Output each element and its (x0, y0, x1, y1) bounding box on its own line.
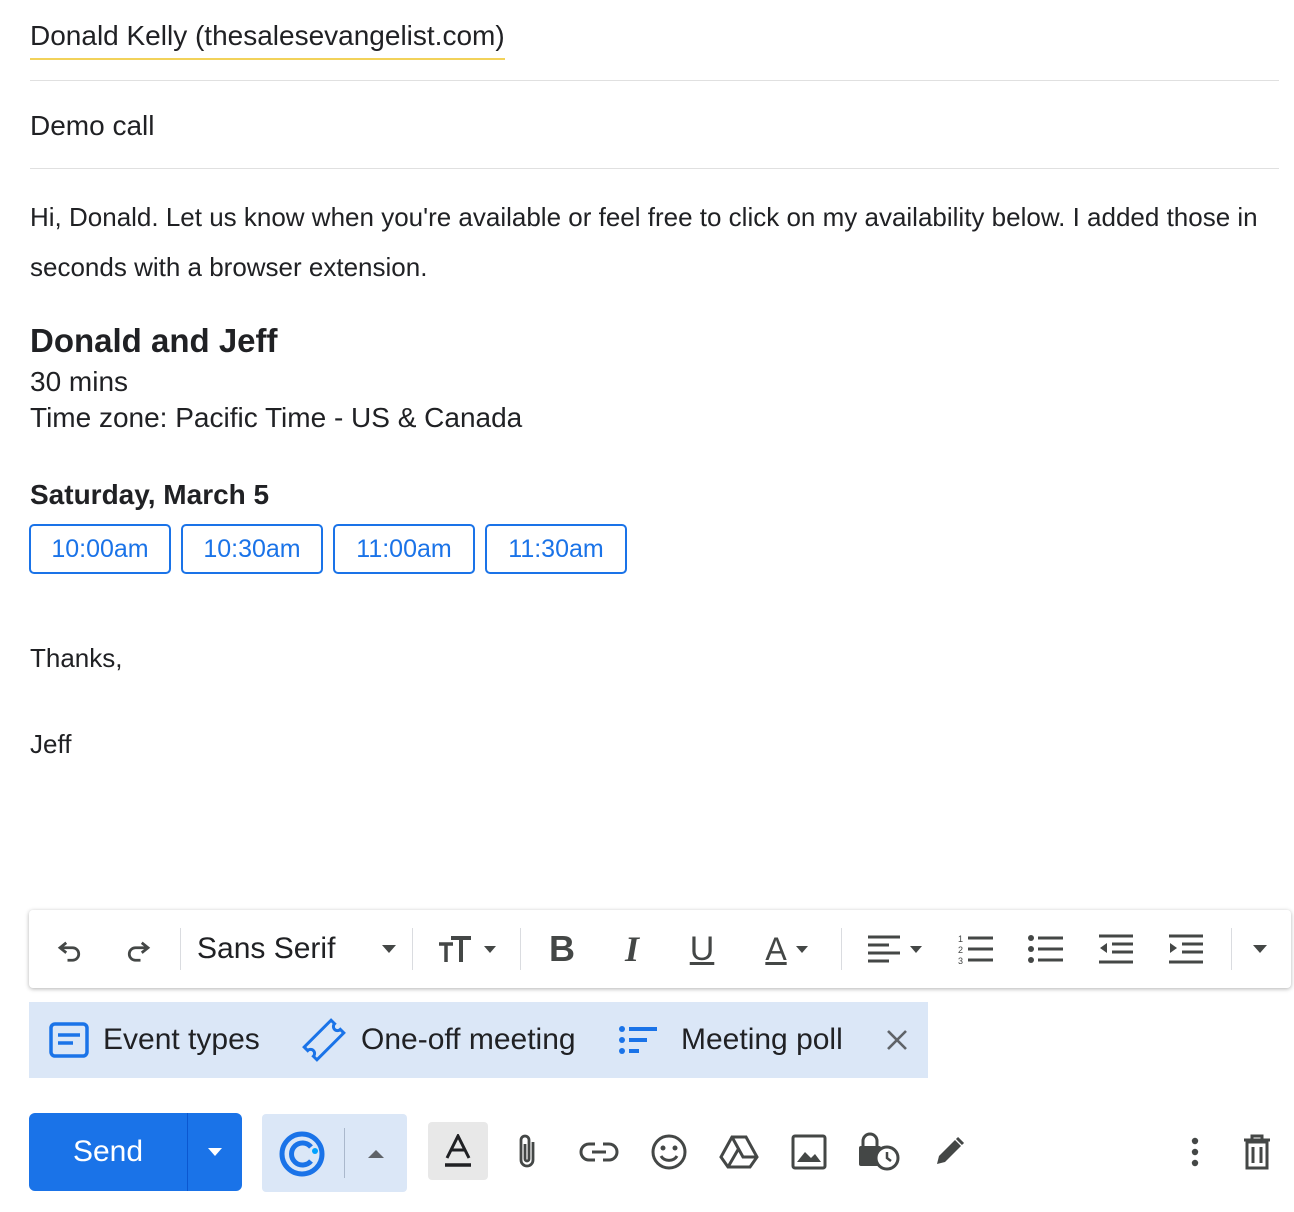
event-types-button[interactable]: Event types (49, 1002, 260, 1078)
group-separator (344, 1128, 345, 1178)
scheduling-bar: Event types One-off meeting Meeting poll (29, 1002, 928, 1078)
chevron-up-icon[interactable] (358, 1140, 394, 1168)
link-icon[interactable] (570, 1124, 628, 1180)
ticket-icon (302, 1018, 346, 1062)
underline-icon[interactable]: U (679, 927, 725, 971)
calendly-extension-group (262, 1114, 407, 1192)
svg-text:3: 3 (958, 956, 963, 965)
event-title: Donald and Jeff (30, 322, 278, 359)
closing-text: Thanks, (30, 643, 123, 673)
font-select[interactable]: Sans Serif (197, 927, 397, 971)
more-options-icon[interactable] (1166, 1124, 1224, 1180)
calendly-icon[interactable] (276, 1128, 328, 1180)
insert-photo-icon[interactable] (780, 1124, 838, 1180)
svg-text:1: 1 (958, 934, 963, 944)
meeting-poll-button[interactable]: Meeting poll (619, 1002, 843, 1078)
toolbar-separator (520, 928, 521, 970)
event-types-icon (49, 1022, 89, 1058)
more-formatting-icon[interactable] (1245, 927, 1275, 971)
poll-icon (619, 1026, 657, 1054)
toolbar-separator (180, 928, 181, 970)
event-timezone: Time zone: Pacific Time - US & Canada (30, 402, 523, 433)
divider (30, 80, 1279, 81)
event-date: Saturday, March 5 (30, 479, 270, 510)
text-size-icon[interactable] (429, 927, 505, 971)
send-button[interactable]: Send (29, 1113, 188, 1191)
confidential-mode-icon[interactable] (850, 1124, 908, 1180)
toolbar-separator (1231, 928, 1232, 970)
meeting-poll-label: Meeting poll (681, 1023, 843, 1056)
one-off-meeting-button[interactable]: One-off meeting (301, 1002, 576, 1078)
time-slot-button[interactable]: 10:00am (29, 524, 171, 574)
send-options-button[interactable] (188, 1113, 242, 1191)
attach-icon[interactable] (498, 1124, 556, 1180)
close-icon[interactable] (881, 1024, 913, 1056)
formatting-toolbar: Sans Serif B I U A 123 (29, 910, 1291, 988)
divider (30, 168, 1279, 169)
svg-text:2: 2 (958, 945, 963, 955)
time-slot-button[interactable]: 10:30am (181, 524, 323, 574)
discard-draft-icon[interactable] (1228, 1124, 1286, 1180)
chevron-down-icon (382, 945, 396, 953)
signature: Jeff (30, 729, 72, 759)
indent-less-icon[interactable] (1093, 927, 1139, 971)
redo-icon[interactable] (117, 927, 159, 971)
drive-icon[interactable] (710, 1124, 768, 1180)
undo-icon[interactable] (49, 927, 91, 971)
font-select-label: Sans Serif (197, 932, 336, 965)
indent-more-icon[interactable] (1163, 927, 1209, 971)
text-color-icon[interactable]: A (751, 927, 823, 971)
subject-field[interactable]: Demo call (30, 106, 154, 146)
formatting-options-icon[interactable] (428, 1122, 488, 1180)
time-slot-button[interactable]: 11:00am (333, 524, 475, 574)
bold-icon[interactable]: B (539, 927, 585, 971)
bulleted-list-icon[interactable] (1023, 927, 1069, 971)
time-slot-button[interactable]: 11:30am (485, 524, 627, 574)
recipient-chip[interactable]: Donald Kelly (thesalesevangelist.com) (30, 18, 505, 60)
chevron-down-icon (208, 1148, 222, 1156)
toolbar-separator (412, 928, 413, 970)
toolbar-separator (841, 928, 842, 970)
message-body[interactable]: Hi, Donald. Let us know when you're avai… (30, 192, 1280, 292)
emoji-icon[interactable] (640, 1124, 698, 1180)
align-icon[interactable] (859, 927, 931, 971)
signature-pen-icon[interactable] (920, 1124, 978, 1180)
italic-icon[interactable]: I (609, 927, 655, 971)
one-off-meeting-label: One-off meeting (361, 1023, 576, 1056)
event-duration: 30 mins (30, 366, 129, 397)
send-button-group: Send (29, 1113, 242, 1191)
time-slots: 10:00am 10:30am 11:00am 11:30am (29, 524, 627, 574)
event-types-label: Event types (103, 1023, 260, 1056)
numbered-list-icon[interactable]: 123 (953, 927, 999, 971)
